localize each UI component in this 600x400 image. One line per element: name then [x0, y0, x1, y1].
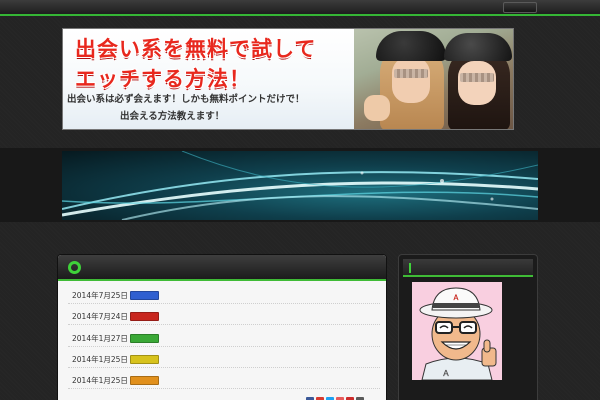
news-date: 2014年1月25日 — [72, 355, 128, 364]
news-category-badge[interactable] — [130, 355, 159, 364]
profile-title — [415, 262, 515, 274]
news-item[interactable]: 2014年1月25日 — [68, 373, 380, 389]
news-item[interactable]: 2014年7月24日 — [68, 309, 380, 325]
avatar: Ａ Ａ — [412, 282, 502, 380]
profile-header — [403, 259, 533, 277]
ring-icon — [68, 261, 81, 274]
top-bar — [0, 0, 600, 16]
header-accent-bar — [409, 263, 411, 273]
news-item[interactable]: 2014年1月25日 — [68, 352, 380, 368]
banner-subtitle-line2: 出会える方法教えます！ — [120, 111, 225, 122]
hat-letter: Ａ — [453, 293, 460, 302]
news-category-badge[interactable] — [130, 334, 159, 343]
decorative-swoosh-image — [62, 151, 538, 220]
news-header — [58, 255, 386, 281]
banner-subtitle-line1: 出会い系は必ず会えます！しかも無料ポイントだけで！ — [67, 94, 305, 105]
news-panel: 2014年7月25日 2014年7月24日 2014年1月27日 2014年1月… — [57, 254, 387, 400]
banner-photo — [354, 29, 513, 129]
header-banner[interactable]: 出会い系を無料で試して エッチする方法！ 出会い系は必ず会えます！しかも無料ポイ… — [62, 28, 514, 130]
banner-title-line2: エッチする方法！ — [75, 67, 251, 91]
news-title — [86, 262, 226, 274]
news-category-badge[interactable] — [130, 291, 159, 300]
news-date: 2014年1月27日 — [72, 334, 128, 343]
news-category-badge[interactable] — [130, 312, 159, 321]
banner-title-line1: 出会い系を無料で試して — [75, 37, 317, 61]
news-category-badge[interactable] — [130, 376, 159, 385]
news-link[interactable] — [167, 375, 377, 387]
news-link[interactable] — [167, 333, 377, 345]
news-link[interactable] — [167, 311, 377, 323]
profile-panel: Ａ Ａ — [398, 254, 538, 400]
top-nav-button[interactable] — [503, 2, 537, 13]
news-item[interactable]: 2014年1月27日 — [68, 331, 380, 347]
news-date: 2014年1月25日 — [72, 376, 128, 385]
news-date: 2014年7月24日 — [72, 312, 128, 321]
news-link[interactable] — [167, 290, 377, 302]
news-link[interactable] — [167, 354, 377, 366]
news-date: 2014年7月25日 — [72, 291, 128, 300]
news-item[interactable]: 2014年7月25日 — [68, 288, 380, 304]
shirt-letter: Ａ — [442, 369, 450, 378]
profile-description — [412, 388, 536, 398]
site-tagline — [62, 235, 262, 245]
